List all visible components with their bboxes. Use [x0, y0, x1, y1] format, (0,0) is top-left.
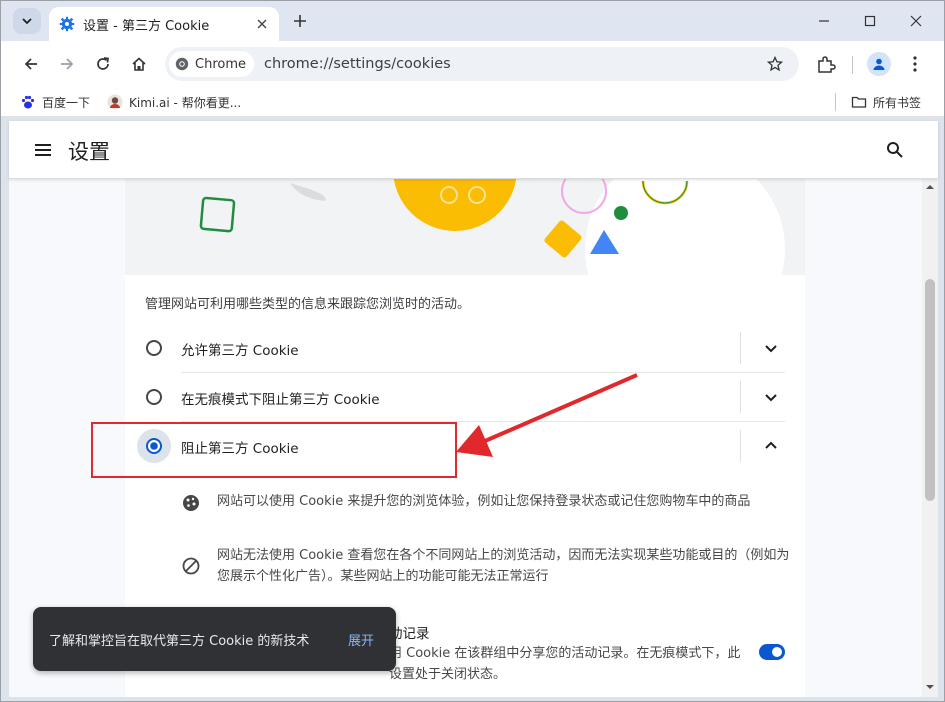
toolbar-divider [852, 56, 853, 74]
reload-button[interactable] [90, 51, 116, 77]
profile-avatar[interactable] [867, 52, 891, 76]
detail-text-line1: 网站无法使用 Cookie 查看您在各个不同网站上的浏览活动，因而无法实现某些功… [217, 548, 790, 563]
maximize-button[interactable] [847, 1, 893, 41]
reload-icon [97, 57, 109, 70]
bookmark-baidu[interactable]: 百度一下 [20, 93, 90, 111]
search-icon[interactable] [885, 140, 905, 160]
scroll-up-icon[interactable] [926, 183, 934, 191]
bookmark-star-icon[interactable] [765, 54, 785, 74]
url-text[interactable]: chrome://settings/cookies [264, 56, 765, 72]
menu-kebab-icon[interactable] [907, 53, 923, 75]
tab-strip: 设置 - 第三方 Cookie [1, 1, 944, 41]
partial-desc-line2: 设置处于关闭状态。 [389, 667, 507, 682]
home-icon [132, 57, 146, 71]
cookie-icon [183, 495, 199, 511]
option-divider [740, 381, 741, 413]
chevron-down-icon[interactable] [761, 338, 781, 358]
detail-text-line2: 您展示个性化广告）。某些网站上的功能可能无法正常运行 [217, 569, 549, 584]
tab-settings[interactable]: 设置 - 第三方 Cookie [49, 7, 279, 41]
toolbar: Chrome chrome://settings/cookies [1, 41, 944, 87]
chevron-down-icon [22, 18, 32, 25]
snackbar-expand-button[interactable]: 展开 [348, 630, 374, 649]
scroll-down-icon[interactable] [926, 683, 934, 691]
tab-search-button[interactable] [13, 8, 41, 34]
cookies-description: 管理网站可利用哪些类型的信息来跟踪您浏览时的活动。 [145, 297, 471, 312]
chevron-down-icon[interactable] [761, 387, 781, 407]
radio-button[interactable] [144, 338, 164, 358]
partial-desc-line1: 用 Cookie 在该群组中分享您的活动记录。在无痕模式下，此 [389, 646, 741, 661]
extensions-icon[interactable] [815, 53, 837, 75]
bookmark-label: Kimi.ai - 帮你看更... [129, 95, 242, 110]
gear-icon [59, 16, 75, 32]
detail-item: 网站可以使用 Cookie 来提升您的浏览体验，例如让您保持登录状态或记住您购物… [181, 491, 791, 512]
scrollbar[interactable] [922, 179, 938, 697]
toggle-switch[interactable] [759, 644, 785, 660]
person-icon [873, 58, 885, 70]
annotation-highlight-box [91, 422, 457, 478]
block-icon [182, 557, 200, 575]
radio-button[interactable] [144, 387, 164, 407]
address-bar[interactable]: Chrome chrome://settings/cookies [165, 47, 799, 81]
option-divider [740, 430, 741, 462]
page-title: 设置 [68, 140, 110, 164]
back-button[interactable] [18, 51, 44, 77]
chrome-chip[interactable]: Chrome [169, 51, 254, 77]
hamburger-menu-icon[interactable] [33, 140, 53, 160]
plus-icon [294, 15, 306, 27]
minimize-icon [819, 20, 829, 22]
option-divider [740, 332, 741, 364]
partial-setting-desc: 用 Cookie 在该群组中分享您的活动记录。在无痕模式下，此 设置处于关闭状态… [389, 643, 749, 685]
snackbar: 了解和掌控旨在取代第三方 Cookie 的新技术 展开 [33, 607, 396, 671]
settings-header: 设置 [9, 121, 938, 179]
arrow-right-icon [61, 58, 74, 70]
chrome-icon [175, 57, 189, 71]
snackbar-message: 了解和掌控旨在取代第三方 Cookie 的新技术 [49, 634, 310, 649]
close-tab-icon[interactable] [253, 15, 271, 33]
scrollbar-thumb[interactable] [925, 279, 935, 501]
close-window-button[interactable] [893, 1, 939, 41]
option-allow-third-party[interactable]: 允许第三方 Cookie [125, 324, 805, 372]
option-label: 在无痕模式下阻止第三方 Cookie [181, 392, 380, 408]
bookmarks-bar: 百度一下 Kimi.ai - 帮你看更... 所有书签 [1, 87, 944, 117]
arrow-left-icon [24, 58, 37, 70]
tab-title: 设置 - 第三方 Cookie [83, 18, 210, 34]
folder-icon [851, 96, 867, 108]
close-icon [910, 15, 922, 27]
chevron-up-icon[interactable] [761, 436, 781, 456]
new-tab-button[interactable] [289, 10, 311, 32]
paw-icon [21, 95, 35, 109]
option-label: 允许第三方 Cookie [181, 343, 299, 359]
detail-item: 网站无法使用 Cookie 查看您在各个不同网站上的浏览活动，因而无法实现某些功… [181, 545, 791, 587]
detail-text: 网站可以使用 Cookie 来提升您的浏览体验，例如让您保持登录状态或记住您购物… [217, 494, 751, 509]
all-bookmarks-button[interactable]: 所有书签 [851, 93, 921, 111]
cookies-illustration [125, 179, 805, 275]
option-block-incognito[interactable]: 在无痕模式下阻止第三方 Cookie [125, 373, 805, 421]
toggle-knob [772, 647, 782, 657]
bookmark-kimi[interactable]: Kimi.ai - 帮你看更... [107, 93, 241, 111]
bookmarks-divider [835, 93, 836, 111]
maximize-icon [864, 15, 876, 27]
kimi-avatar-icon [107, 94, 123, 110]
browser-window: 设置 - 第三方 Cookie Chrome chrome://settings… [0, 0, 945, 702]
bookmark-label: 百度一下 [42, 95, 91, 110]
minimize-button[interactable] [801, 1, 847, 41]
all-bookmarks-label: 所有书签 [873, 95, 922, 110]
forward-button[interactable] [54, 51, 80, 77]
chip-label: Chrome [195, 56, 246, 72]
home-button[interactable] [126, 51, 152, 77]
